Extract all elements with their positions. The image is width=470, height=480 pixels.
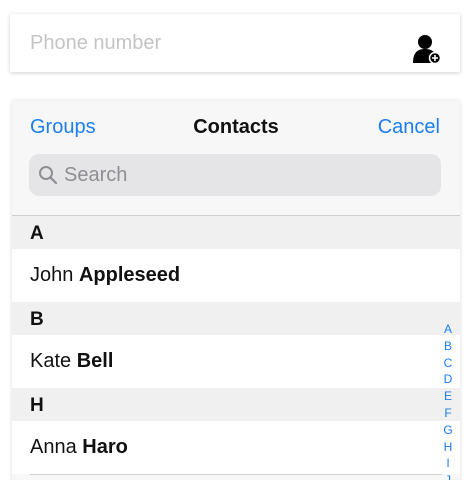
contact-row-john-appleseed[interactable]: John Appleseed xyxy=(12,249,460,302)
section-header-b: B xyxy=(12,302,460,335)
index-letter-c[interactable]: C xyxy=(440,355,456,372)
index-letter-j[interactable]: J xyxy=(440,472,456,480)
search-bar[interactable] xyxy=(29,154,441,196)
phone-number-card xyxy=(10,14,460,72)
navigation-bar: Groups Contacts Cancel xyxy=(12,101,460,151)
index-letter-i[interactable]: I xyxy=(440,455,456,472)
search-input[interactable] xyxy=(64,163,424,187)
phone-number-input[interactable] xyxy=(30,30,390,56)
contact-first-name: Anna xyxy=(30,436,77,458)
contacts-picker: Groups Contacts Cancel A John Appleseed … xyxy=(12,101,460,480)
index-letter-e[interactable]: E xyxy=(440,388,456,405)
contact-last-name: Appleseed xyxy=(78,264,181,286)
section-header-a: A xyxy=(12,216,460,249)
search-icon xyxy=(39,166,58,185)
contact-first-name: Kate xyxy=(30,350,72,372)
index-letter-d[interactable]: D xyxy=(440,371,456,388)
index-letter-f[interactable]: F xyxy=(440,405,456,422)
contact-row-anna-haro[interactable]: Anna Haro xyxy=(12,421,460,475)
section-header-h: H xyxy=(12,388,460,421)
section-index-bar[interactable]: A B C D E F G H I J xyxy=(440,321,456,480)
contact-last-name: Bell xyxy=(76,350,114,372)
row-divider xyxy=(30,474,442,475)
index-letter-g[interactable]: G xyxy=(440,422,456,439)
index-letter-h[interactable]: H xyxy=(440,439,456,456)
page: Groups Contacts Cancel A John Appleseed … xyxy=(0,0,470,480)
contact-last-name: Haro xyxy=(82,436,128,458)
contacts-list: A John Appleseed B Kate Bell H Anna Haro xyxy=(12,215,460,475)
contact-row-kate-bell[interactable]: Kate Bell xyxy=(12,335,460,388)
add-contact-icon[interactable] xyxy=(413,34,441,64)
index-letter-a[interactable]: A xyxy=(440,321,456,338)
contact-first-name: John xyxy=(30,264,74,286)
index-letter-b[interactable]: B xyxy=(440,338,456,355)
cancel-button[interactable]: Cancel xyxy=(378,116,440,139)
